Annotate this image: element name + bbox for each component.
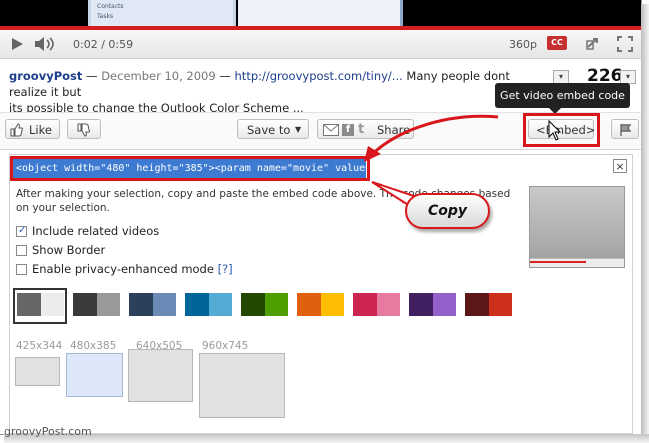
page-shadow-right	[641, 4, 649, 443]
annotation-arrows	[364, 114, 499, 208]
watermark: groovyPost.com	[4, 425, 92, 438]
youtube-watch-page: Contacts Tasks 0:02 / 0:59 360p CC groov…	[0, 0, 642, 435]
page-shadow-bottom	[4, 434, 649, 443]
copy-callout: Copy	[405, 193, 490, 229]
mouse-cursor-icon	[548, 119, 562, 141]
callout-text: Copy	[427, 203, 468, 219]
